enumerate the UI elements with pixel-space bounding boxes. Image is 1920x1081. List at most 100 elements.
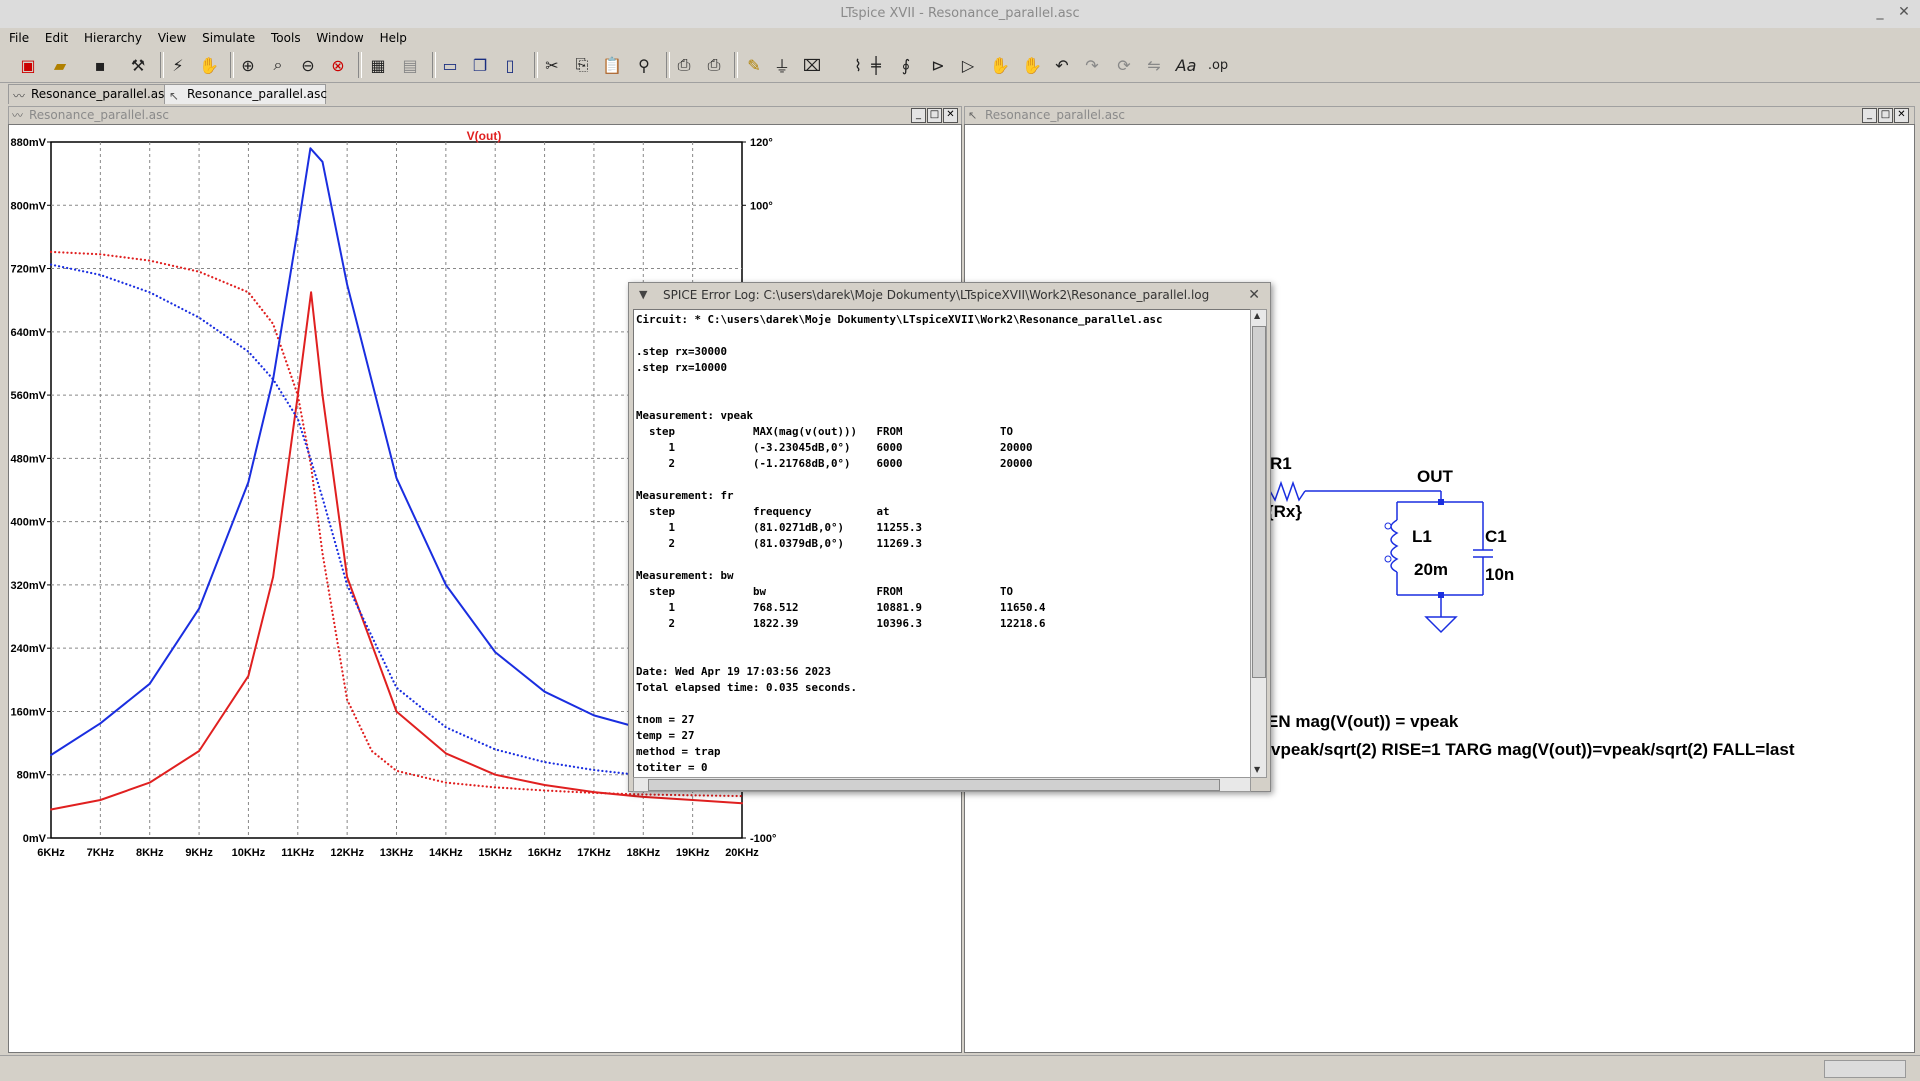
- menu-tools[interactable]: Tools: [265, 28, 307, 48]
- label-net-icon[interactable]: ⌧: [800, 53, 824, 77]
- tile-horizontal-icon[interactable]: ▭: [438, 53, 462, 77]
- inductor-icon[interactable]: ∮: [894, 53, 918, 77]
- open-icon[interactable]: ▰: [48, 53, 72, 77]
- error-log-text-area[interactable]: Circuit: * C:\users\darek\Moje Dokumenty…: [633, 309, 1251, 778]
- mirror-icon[interactable]: ⇋: [1142, 53, 1166, 77]
- paste-icon[interactable]: 📋: [600, 53, 624, 77]
- menu-window[interactable]: Window: [310, 28, 369, 48]
- print-preview-icon[interactable]: ⎙: [672, 53, 696, 77]
- horizontal-scrollbar[interactable]: [633, 777, 1251, 792]
- redo-icon[interactable]: ↷: [1080, 53, 1104, 77]
- scroll-up-icon[interactable]: ▲: [1254, 311, 1260, 320]
- minimize-icon[interactable]: _: [1872, 4, 1888, 20]
- scrollbar-thumb[interactable]: [648, 779, 1220, 791]
- spice-directive-vpeak[interactable]: EN mag(V(out)) = vpeak: [1267, 712, 1458, 732]
- scroll-down-icon[interactable]: ▼: [1254, 765, 1260, 774]
- cut-icon[interactable]: ✂: [540, 53, 564, 77]
- ground-icon[interactable]: ⏚: [770, 53, 794, 77]
- tab-schematic[interactable]: ↖ Resonance_parallel.asc: [164, 84, 327, 104]
- close-window-icon[interactable]: ✕: [1896, 4, 1912, 20]
- c1-value-label[interactable]: 10n: [1485, 565, 1514, 585]
- zoom-fit-icon[interactable]: ⊗: [326, 53, 350, 77]
- minimize-pane-button[interactable]: _: [911, 108, 926, 123]
- close-pane-button[interactable]: ✕: [1894, 108, 1909, 123]
- x-tick-label: 17KHz: [577, 847, 611, 859]
- diode-icon[interactable]: ⊳: [926, 53, 950, 77]
- schematic-icon: ↖: [968, 109, 978, 122]
- maximize-pane-button[interactable]: □: [927, 108, 942, 123]
- scrollbar-thumb[interactable]: [1252, 326, 1266, 678]
- save-icon[interactable]: ▪: [88, 53, 112, 77]
- waveform-icon: 〰: [12, 109, 23, 122]
- minimize-pane-button[interactable]: _: [1862, 108, 1877, 123]
- ground-symbol[interactable]: [1424, 616, 1458, 634]
- spice-directive-icon[interactable]: .op: [1206, 53, 1230, 77]
- l1-value-label[interactable]: 20m: [1414, 560, 1448, 580]
- r1-value-label[interactable]: {Rx}: [1267, 502, 1302, 522]
- text-icon[interactable]: Aa: [1174, 53, 1198, 77]
- plot-pane-title: Resonance_parallel.asc: [29, 108, 169, 122]
- menu-edit[interactable]: Edit: [39, 28, 74, 48]
- x-tick-label: 6KHz: [37, 847, 65, 859]
- clear-plot-icon[interactable]: ▤: [398, 53, 422, 77]
- y-left-tick-label: 320mV: [11, 580, 47, 592]
- c1-name-label[interactable]: C1: [1485, 527, 1507, 547]
- tile-vertical-icon[interactable]: ▯: [498, 53, 522, 77]
- capacitor-icon[interactable]: ╪: [864, 53, 888, 77]
- window-menu-icon[interactable]: ▼: [639, 283, 647, 307]
- r1-name-label[interactable]: R1: [1270, 454, 1292, 474]
- move-icon[interactable]: ✋: [988, 53, 1012, 77]
- y-left-tick-label: 240mV: [11, 643, 47, 655]
- schematic-pane-header: ↖ Resonance_parallel.asc _ □ ✕: [964, 106, 1915, 125]
- maximize-pane-button[interactable]: □: [1878, 108, 1893, 123]
- vertical-scrollbar[interactable]: ▲ ▼: [1250, 309, 1267, 778]
- error-log-titlebar[interactable]: ▼ SPICE Error Log: C:\users\darek\Moje D…: [629, 283, 1270, 307]
- toolbar-separator: [230, 52, 234, 78]
- run-icon[interactable]: ⚡: [166, 53, 190, 77]
- draw-wire-icon[interactable]: ✎: [742, 53, 766, 77]
- copy-icon[interactable]: ⎘: [570, 53, 594, 77]
- y-right-tick-label: -100°: [750, 833, 776, 845]
- spice-directive-bw[interactable]: vpeak/sqrt(2) RISE=1 TARG mag(V(out))=vp…: [1271, 740, 1795, 760]
- find-icon[interactable]: ⚲: [632, 53, 656, 77]
- new-schematic-icon[interactable]: ▣: [16, 53, 40, 77]
- zoom-area-icon[interactable]: ⌕: [266, 53, 290, 77]
- cascade-icon[interactable]: ❐: [468, 53, 492, 77]
- x-tick-label: 14KHz: [429, 847, 463, 859]
- print-icon[interactable]: ⎙: [702, 53, 726, 77]
- tab-waveform[interactable]: 〰 Resonance_parallel.asc: [8, 84, 171, 104]
- menu-help[interactable]: Help: [374, 28, 413, 48]
- x-tick-label: 16KHz: [528, 847, 562, 859]
- inductor-l1[interactable]: [1390, 519, 1399, 573]
- undo-icon[interactable]: ↶: [1050, 53, 1074, 77]
- plot-trace-label[interactable]: V(out): [467, 129, 502, 143]
- menu-simulate[interactable]: Simulate: [196, 28, 261, 48]
- net-label-out[interactable]: OUT: [1417, 467, 1453, 487]
- toolbar-separator: [734, 52, 738, 78]
- resistor-r1[interactable]: [1269, 480, 1306, 503]
- menu-file[interactable]: File: [3, 28, 35, 48]
- component-icon[interactable]: ▷: [956, 53, 980, 77]
- autorange-icon[interactable]: ▦: [366, 53, 390, 77]
- spice-error-log-window[interactable]: ▼ SPICE Error Log: C:\users\darek\Moje D…: [628, 282, 1271, 792]
- menu-view[interactable]: View: [152, 28, 192, 48]
- y-left-tick-label: 400mV: [11, 517, 47, 529]
- inductor-phase-dot: [1384, 522, 1392, 530]
- drag-icon[interactable]: ✋: [1020, 53, 1044, 77]
- close-pane-button[interactable]: ✕: [943, 108, 958, 123]
- zoom-in-icon[interactable]: ⊕: [236, 53, 260, 77]
- x-tick-label: 15KHz: [478, 847, 512, 859]
- y-left-tick-label: 560mV: [11, 390, 47, 402]
- error-log-content[interactable]: Circuit: * C:\users\darek\Moje Dokumenty…: [636, 312, 1163, 777]
- l1-name-label[interactable]: L1: [1412, 527, 1432, 547]
- y-left-tick-label: 800mV: [11, 200, 47, 212]
- rotate-icon[interactable]: ⟳: [1112, 53, 1136, 77]
- menu-hierarchy[interactable]: Hierarchy: [78, 28, 148, 48]
- y-right-tick-label: 100°: [750, 200, 773, 212]
- y-left-tick-label: 480mV: [11, 453, 47, 465]
- halt-icon[interactable]: ✋: [197, 53, 221, 77]
- zoom-out-icon[interactable]: ⊖: [296, 53, 320, 77]
- control-panel-icon[interactable]: ⚒: [126, 53, 150, 77]
- toolbar-separator: [358, 52, 362, 78]
- close-icon[interactable]: ✕: [1248, 283, 1260, 307]
